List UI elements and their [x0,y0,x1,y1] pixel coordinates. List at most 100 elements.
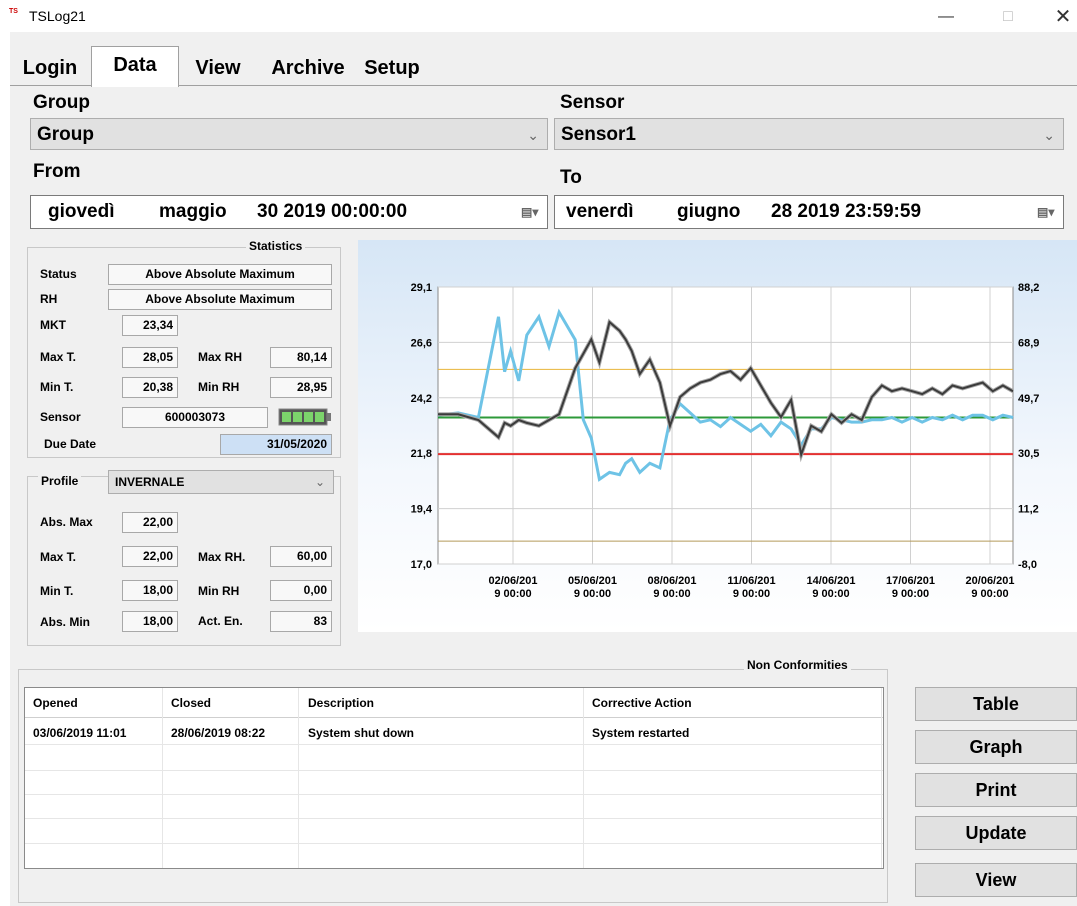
column-divider [583,688,584,868]
column-corrective-action[interactable]: Corrective Action [592,696,692,710]
y-right-tick: 68,9 [1018,337,1039,349]
max-t-value: 28,05 [122,347,178,368]
column-divider [298,688,299,868]
sensor-id-label: Sensor [40,410,81,424]
min-t-label: Min T. [40,380,74,394]
to-label: To [560,167,582,188]
column-divider [162,688,163,868]
min-t-value: 20,38 [122,377,178,398]
abs-min-label: Abs. Min [40,615,90,629]
x-tick-label: 17/06/201 [886,575,935,587]
act-en-value: 83 [270,611,332,632]
y-right-tick: 88,2 [1018,282,1039,294]
profile-max-t-value: 22,00 [122,546,178,567]
x-tick-label: 08/06/201 [648,575,697,587]
tab-setup[interactable]: Setup [356,50,428,86]
mkt-label: MKT [40,318,66,332]
status-label: Status [40,267,77,281]
mkt-value: 23,34 [122,315,178,336]
window-title: TSLog21 [29,8,86,24]
non-conformities-title: Non Conformities [744,658,851,672]
row-divider [25,794,883,795]
chevron-down-icon: ⌄ [527,127,539,143]
profile-select[interactable]: INVERNALE ⌄ [108,470,334,494]
x-tick-label: 11/06/201 [727,575,775,587]
abs-max-label: Abs. Max [40,515,93,529]
tab-login[interactable]: Login [10,50,90,86]
tab-archive[interactable]: Archive [262,50,354,86]
to-date-picker[interactable]: venerdì giugno 28 2019 23:59:59 ▤▾ [554,195,1064,229]
window-frame [0,32,10,906]
sensor-chart: 29,1 88,2 26,6 68,9 24,2 49,7 21,8 30,5 19,4 11,2… [411,282,1040,600]
act-en-label: Act. En. [198,614,243,628]
closed-cell: 28/06/2019 08:22 [171,726,266,740]
y-right-tick: 11,2 [1018,504,1039,516]
profile-label: Profile [38,474,82,488]
opened-cell: 03/06/2019 11:01 [33,726,127,740]
sensor-label: Sensor [560,92,625,113]
rh-value: Above Absolute Maximum [108,289,332,310]
min-rh-value: 28,95 [270,377,332,398]
to-month: giugno [677,201,741,222]
x-tick-label: 20/06/201 [966,575,1015,587]
column-closed[interactable]: Closed [171,696,211,710]
y-left-tick: 24,2 [411,393,432,405]
battery-icon [278,406,331,428]
x-tick-label: 9 00:00 [494,588,531,600]
column-opened[interactable]: Opened [33,696,78,710]
to-day: venerdì [566,201,634,222]
row-divider [25,818,883,819]
y-left-tick: 21,8 [411,448,432,460]
y-left-tick: 29,1 [411,282,432,294]
column-divider [881,688,882,868]
update-button[interactable]: Update [915,816,1077,850]
from-date-picker[interactable]: giovedì maggio 30 2019 00:00:00 ▤▾ [30,195,548,229]
min-rh-label: Min RH [198,380,240,394]
x-tick-label: 9 00:00 [892,588,929,600]
description-cell: System shut down [308,726,415,740]
close-icon[interactable]: ✕ [1040,4,1077,30]
calendar-icon[interactable]: ▤▾ [1037,206,1055,218]
minimize-icon[interactable]: — [923,4,969,30]
tab-view[interactable]: View [178,50,258,86]
max-t-label: Max T. [40,350,77,364]
row-divider [25,770,883,771]
profile-min-t-label: Min T. [40,584,74,598]
table-row[interactable]: 03/06/2019 11:01 28/06/2019 08:22 System… [25,718,883,744]
due-date-label: Due Date [44,437,97,451]
tab-data[interactable]: Data [91,46,179,87]
x-tick-label: 9 00:00 [971,588,1008,600]
rh-label: RH [40,292,58,306]
view-button[interactable]: View [915,863,1077,897]
row-divider [25,843,883,844]
profile-max-rh-value: 60,00 [270,546,332,567]
y-right-tick: -8,0 [1018,559,1037,571]
to-date-rest: 28 2019 23:59:59 [771,201,922,222]
graph-button[interactable]: Graph [915,730,1077,764]
profile-min-rh-label: Min RH [198,584,240,598]
statistics-title: Statistics [246,239,306,253]
max-rh-label: Max RH [198,350,243,364]
from-date-rest: 30 2019 00:00:00 [257,201,408,222]
y-left-tick: 17,0 [411,559,432,571]
max-rh-value: 80,14 [270,347,332,368]
group-select[interactable]: Group ⌄ [30,118,548,150]
y-right-tick: 49,7 [1018,393,1039,405]
sensor-select[interactable]: Sensor1 ⌄ [554,118,1064,150]
x-tick-label: 9 00:00 [733,588,770,600]
maximize-icon[interactable]: □ [985,4,1031,30]
non-conformities-table: Opened Closed Description Corrective Act… [24,687,884,869]
print-button[interactable]: Print [915,773,1077,807]
column-description[interactable]: Description [308,696,374,710]
chevron-down-icon: ⌄ [314,475,325,489]
status-value: Above Absolute Maximum [108,264,332,285]
table-button[interactable]: Table [915,687,1077,721]
abs-max-value: 22,00 [122,512,178,533]
y-left-tick: 26,6 [411,337,432,349]
group-label: Group [33,92,90,113]
profile-max-t-label: Max T. [40,550,77,564]
calendar-icon[interactable]: ▤▾ [521,206,539,218]
row-divider [25,744,883,745]
y-left-tick: 19,4 [411,504,433,516]
title-bar [0,0,1077,32]
